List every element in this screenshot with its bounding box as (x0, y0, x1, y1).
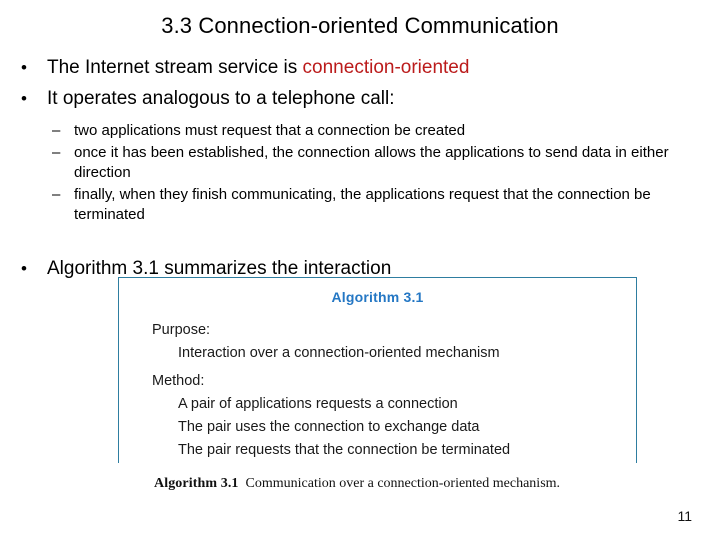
dash-marker-icon: – (52, 122, 61, 139)
bullet-item-1: • The Internet stream service is connect… (16, 55, 706, 81)
algorithm-box-heading: Algorithm 3.1 (331, 289, 424, 305)
bullet-marker-icon: • (21, 89, 27, 108)
algorithm-purpose-label: Purpose: (152, 322, 211, 338)
bullet-item-1-accent: connection-oriented (302, 57, 470, 78)
algorithm-method-step-2: The pair uses the connection to exchange… (178, 419, 480, 435)
sub-bullet-item-3: – finally, when they finish communicatin… (52, 185, 707, 226)
sub-bullet-item-1-text: two applications must request that a con… (74, 122, 466, 139)
bullet-item-1-text: The Internet stream service is connectio… (47, 55, 706, 81)
page-title: 3.3 Connection-oriented Communication (161, 13, 559, 38)
sub-bullet-item-1: – two applications must request that a c… (52, 121, 707, 142)
bullet-item-2: • It operates analogous to a telephone c… (16, 86, 706, 112)
sub-bullet-item-3-text: finally, when they finish communicating,… (74, 185, 651, 224)
algorithm-method-step-3: The pair requests that the connection be… (178, 442, 511, 458)
bullet-item-1-plain: The Internet stream service is (47, 57, 303, 78)
algorithm-purpose-text: Interaction over a connection-oriented m… (178, 345, 500, 361)
algorithm-method-step-1: A pair of applications requests a connec… (178, 396, 458, 412)
bullet-marker-icon: • (21, 259, 27, 278)
algorithm-box: Algorithm 3.1 Purpose: Interaction over … (118, 277, 637, 463)
page-number: 11 (677, 508, 692, 524)
algorithm-method-label: Method: (152, 373, 205, 389)
algorithm-caption: Algorithm 3.1 Communication over a connec… (118, 476, 637, 492)
sub-bullet-item-2-text: once it has been established, the connec… (74, 143, 669, 182)
sub-bullet-list: – two applications must request that a c… (52, 121, 707, 227)
bullet-marker-icon: • (21, 58, 27, 77)
algorithm-figure: Algorithm 3.1 Purpose: Interaction over … (118, 277, 637, 492)
sub-bullet-item-2: – once it has been established, the conn… (52, 143, 707, 184)
algorithm-caption-label: Algorithm 3.1 (154, 476, 239, 491)
slide-canvas: 3.3 Connection-oriented Communication • … (0, 0, 720, 540)
dash-marker-icon: – (52, 185, 61, 203)
algorithm-box-body: Purpose: Interaction over a connection-o… (119, 319, 636, 462)
algorithm-caption-text: Communication over a connection-oriented… (245, 476, 561, 491)
dash-marker-icon: – (52, 143, 61, 161)
bullet-item-2-text: It operates analogous to a telephone cal… (47, 88, 395, 109)
